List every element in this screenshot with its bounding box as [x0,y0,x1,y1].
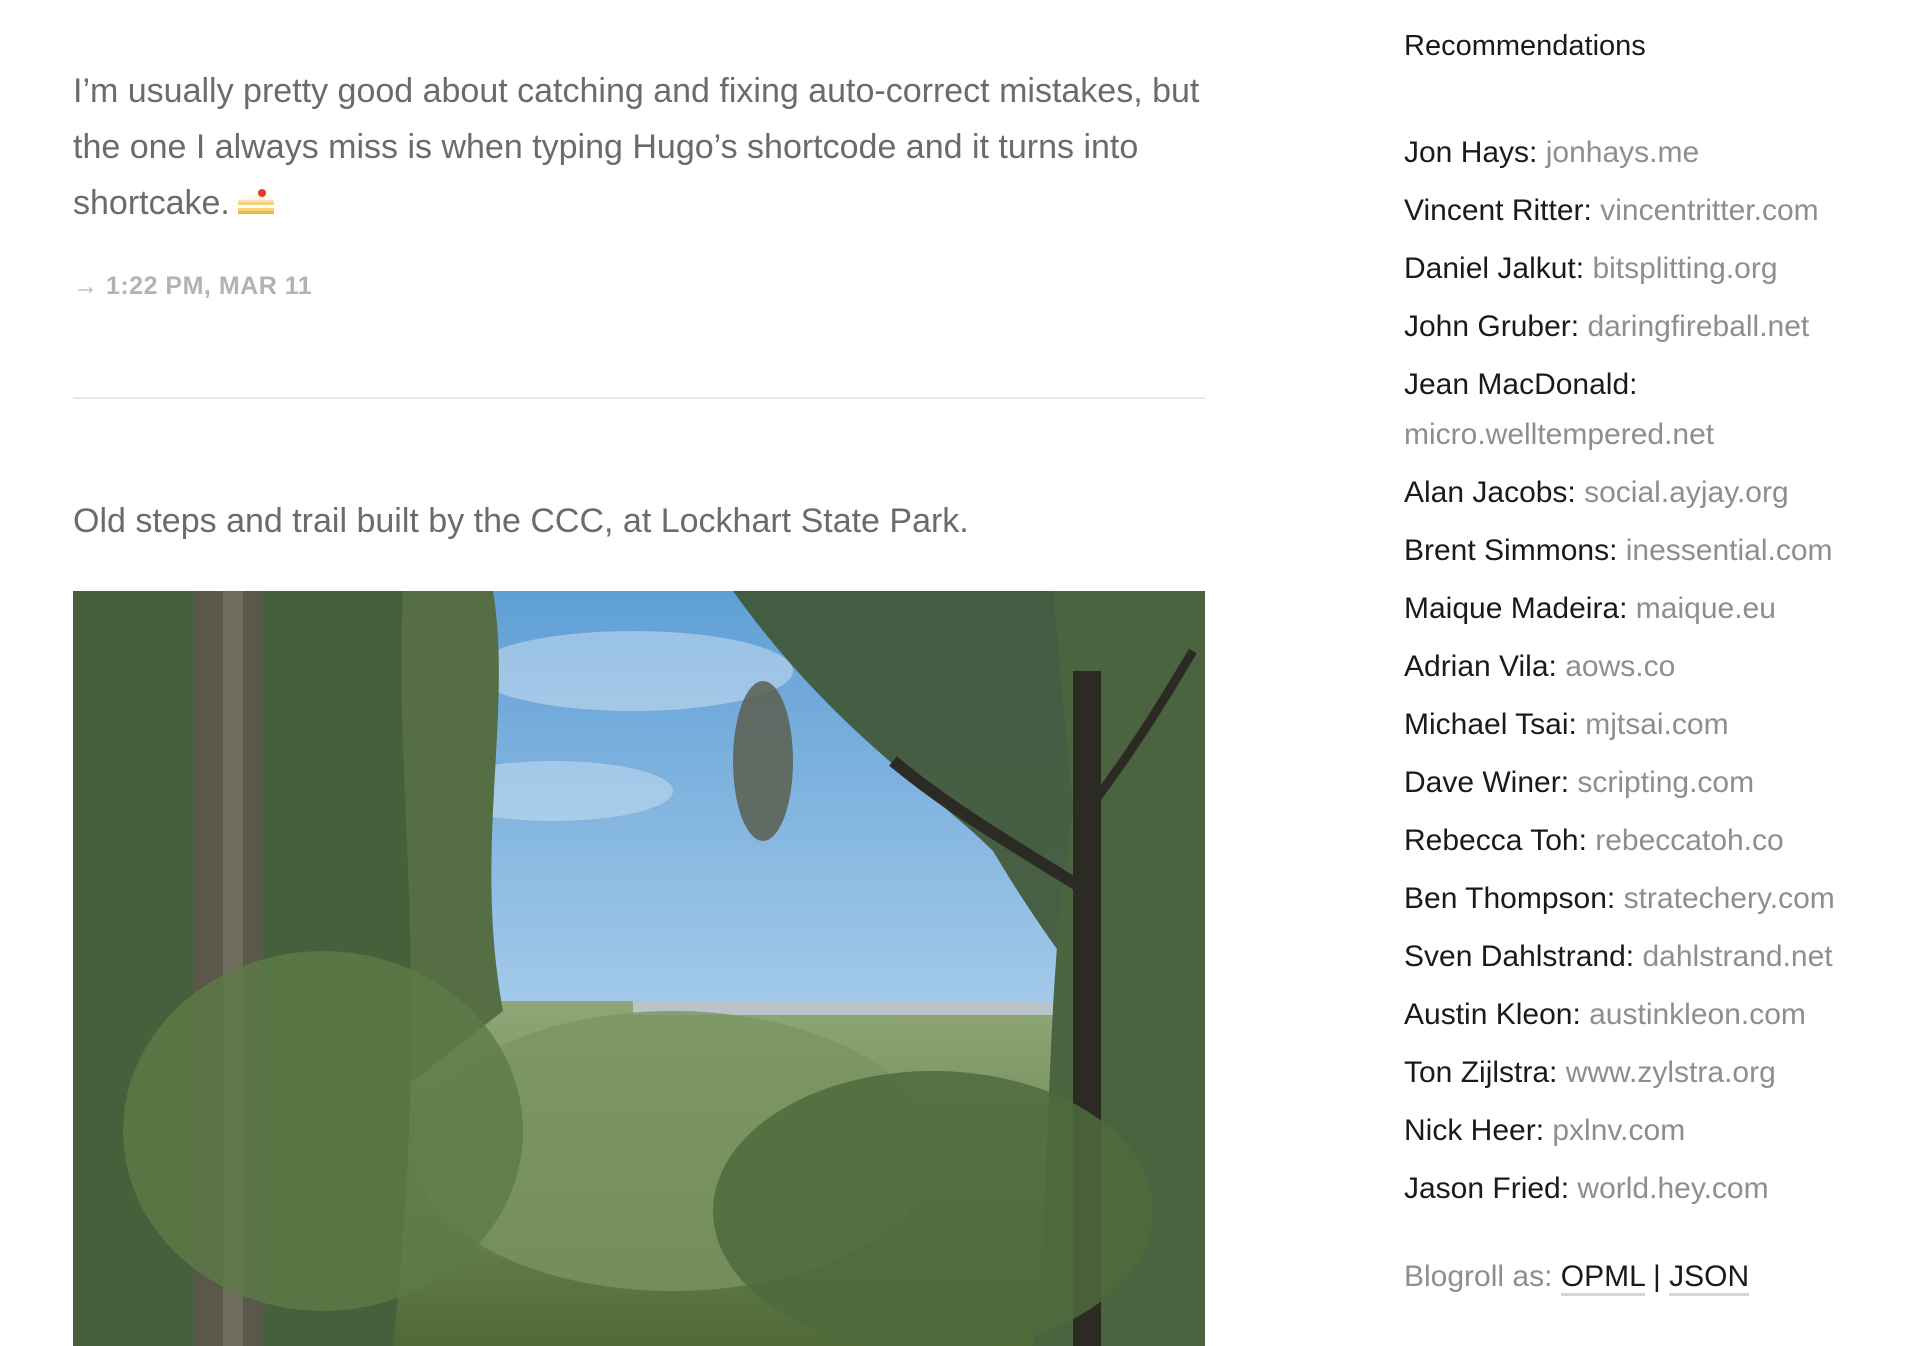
list-item: Nick Heer: pxlnv.com [1404,1106,1904,1156]
recommendation-name: Austin Kleon: [1404,998,1581,1031]
json-link[interactable]: JSON [1669,1260,1750,1296]
recommendation-name: John Gruber: [1404,310,1580,343]
recommendation-name: Jean MacDonald: [1404,368,1638,401]
post-text: I’m usually pretty good about catching a… [73,63,1205,231]
main-column: I’m usually pretty good about catching a… [73,0,1205,1346]
recommendation-name: Dave Winer: [1404,766,1570,799]
recommendation-link[interactable]: aows.co [1565,650,1675,683]
recommendation-link[interactable]: inessential.com [1626,534,1833,567]
post-timestamp-link[interactable]: → 1:22 PM, MAR 11 [73,272,312,301]
recommendations-list: Jon Hays: jonhays.me Vincent Ritter: vin… [1404,128,1904,1222]
list-item: Alan Jacobs: social.ayjay.org [1404,468,1904,518]
recommendation-name: Jason Fried: [1404,1172,1570,1205]
recommendation-link[interactable]: micro.welltempered.net [1404,418,1714,451]
blogroll-links: Blogroll as: OPML | JSON [1404,1252,1750,1302]
recommendation-link[interactable]: austinkleon.com [1589,998,1806,1031]
recommendation-name: Michael Tsai: [1404,708,1577,741]
shortcake-icon [236,179,276,214]
recommendation-link[interactable]: rebeccatoh.co [1595,824,1783,857]
recommendation-link[interactable]: bitsplitting.org [1592,252,1777,285]
recommendation-name: Ton Zijlstra: [1404,1056,1558,1089]
list-item: Jason Fried: world.hey.com [1404,1164,1904,1214]
recommendation-link[interactable]: pxlnv.com [1552,1114,1685,1147]
list-item: Daniel Jalkut: bitsplitting.org [1404,244,1904,294]
recommendation-name: Brent Simmons: [1404,534,1618,567]
list-item: Sven Dahlstrand: dahlstrand.net [1404,932,1904,982]
recommendation-name: Alan Jacobs: [1404,476,1576,509]
recommendation-name: Rebecca Toh: [1404,824,1587,857]
recommendation-name: Daniel Jalkut: [1404,252,1585,285]
recommendation-name: Jon Hays: [1404,136,1538,169]
recommendation-name: Nick Heer: [1404,1114,1545,1147]
recommendation-link[interactable]: daringfireball.net [1587,310,1809,343]
post-text: Old steps and trail built by the CCC, at… [73,502,969,540]
list-item: Brent Simmons: inessential.com [1404,526,1904,576]
list-item: Maique Madeira: maique.eu [1404,584,1904,634]
blogroll-separator: | [1653,1260,1661,1293]
opml-link[interactable]: OPML [1560,1260,1645,1296]
list-item: Adrian Vila: aows.co [1404,642,1904,692]
forest-trees-photo[interactable] [73,591,1205,1346]
post-divider [73,397,1205,399]
post: I’m usually pretty good about catching a… [73,63,1205,231]
recommendations-title: Recommendations [1404,30,1646,62]
recommendation-link[interactable]: vincentritter.com [1600,194,1818,227]
recommendation-link[interactable]: jonhays.me [1546,136,1699,169]
recommendation-name: Ben Thompson: [1404,882,1616,915]
list-item: John Gruber: daringfireball.net [1404,302,1904,352]
recommendation-link[interactable]: social.ayjay.org [1584,476,1789,509]
blogroll-label: Blogroll as: [1404,1260,1553,1293]
recommendation-link[interactable]: world.hey.com [1577,1172,1768,1205]
recommendation-name: Sven Dahlstrand: [1404,940,1635,973]
list-item: Austin Kleon: austinkleon.com [1404,990,1904,1040]
list-item: Jean MacDonald: micro.welltempered.net [1404,360,1904,460]
list-item: Ben Thompson: stratechery.com [1404,874,1904,924]
recommendation-name: Adrian Vila: [1404,650,1557,683]
recommendation-link[interactable]: mjtsai.com [1585,708,1728,741]
recommendation-link[interactable]: maique.eu [1636,592,1776,625]
list-item: Jon Hays: jonhays.me [1404,128,1904,178]
list-item: Michael Tsai: mjtsai.com [1404,700,1904,750]
list-item: Ton Zijlstra: www.zylstra.org [1404,1048,1904,1098]
recommendation-name: Maique Madeira: [1404,592,1628,625]
list-item: Rebecca Toh: rebeccatoh.co [1404,816,1904,866]
list-item: Dave Winer: scripting.com [1404,758,1904,808]
recommendation-link[interactable]: dahlstrand.net [1642,940,1832,973]
recommendation-name: Vincent Ritter: [1404,194,1592,227]
recommendation-link[interactable]: scripting.com [1577,766,1754,799]
recommendation-link[interactable]: stratechery.com [1624,882,1835,915]
recommendation-link[interactable]: www.zylstra.org [1566,1056,1776,1089]
post: Old steps and trail built by the CCC, at… [73,493,1205,549]
list-item: Vincent Ritter: vincentritter.com [1404,186,1904,236]
